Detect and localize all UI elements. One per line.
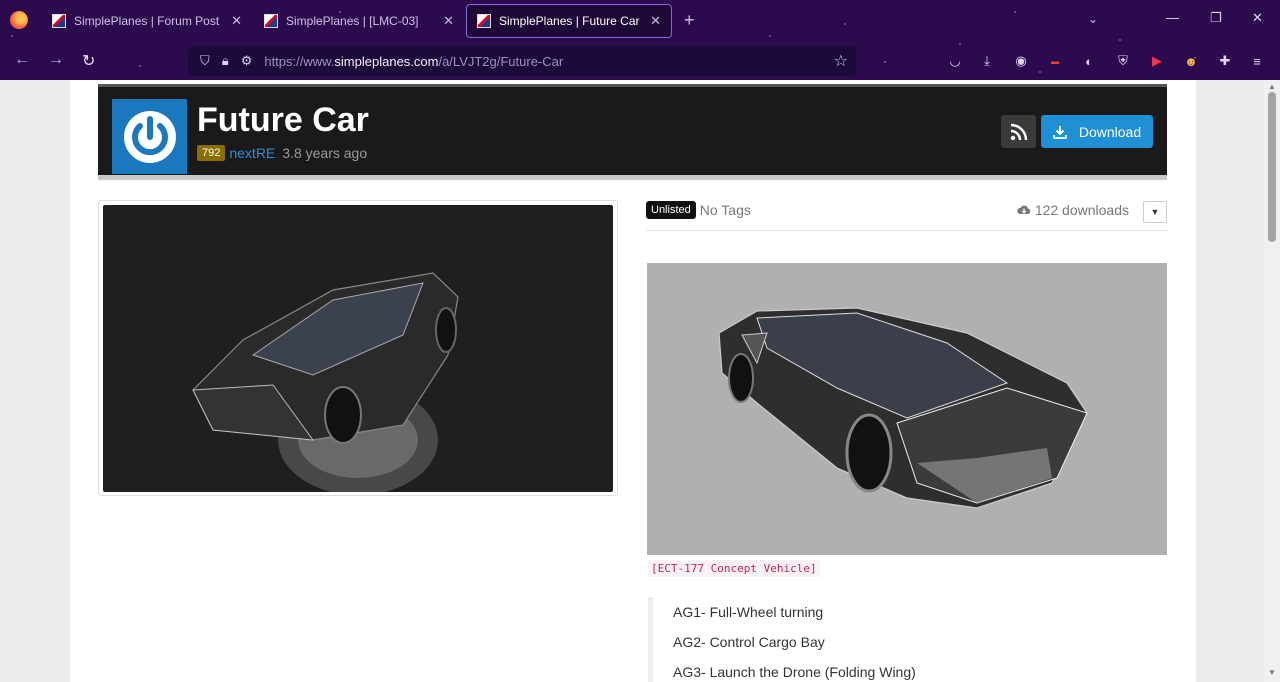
power-logo-icon <box>123 110 176 163</box>
car-render-light <box>718 307 1088 509</box>
extensions-puzzle-icon[interactable]: ✚ <box>1216 52 1234 70</box>
car-render-dark <box>192 272 459 492</box>
list-all-tabs-icon[interactable]: ⌄ <box>1088 12 1098 26</box>
scroll-up-icon[interactable]: ▲ <box>1268 82 1276 91</box>
bookmark-star-icon[interactable]: ☆ <box>834 51 848 71</box>
page-title: Future Car <box>197 101 369 139</box>
account-icon[interactable]: ◉ <box>1012 52 1030 70</box>
back-icon[interactable]: ← <box>14 51 30 69</box>
download-count: 122 downloads <box>1017 202 1129 218</box>
tab-label: SimplePlanes | Future Car <box>499 14 640 28</box>
aircraft-header: Future Car 792 nextRE 3.8 years ago Down… <box>98 84 1167 180</box>
scroll-down-icon[interactable]: ▼ <box>1268 668 1276 677</box>
extension-video-icon[interactable]: ▶ <box>1148 52 1166 70</box>
close-icon[interactable]: ✕ <box>231 13 242 29</box>
tags-row: Unlisted No Tags 122 downloads ▼ <box>646 201 1167 231</box>
extension-dpr-icon[interactable]: ▬ <box>1046 52 1064 70</box>
unlisted-badge: Unlisted <box>646 201 696 219</box>
tags-text: No Tags <box>699 202 751 218</box>
permissions-icon[interactable]: ⚙ <box>241 53 253 69</box>
shield-icon[interactable]: ⛉ <box>200 53 210 69</box>
extension-r-icon[interactable]: ◐ <box>1080 52 1098 70</box>
simpleplanes-favicon-icon <box>477 14 491 28</box>
extension-shield-icon[interactable]: ⛨ <box>1114 52 1132 70</box>
simpleplanes-favicon-icon <box>52 14 66 28</box>
downloads-text: 122 downloads <box>1034 202 1129 218</box>
aircraft-screenshot[interactable] <box>647 263 1167 555</box>
caret-down-icon: ▼ <box>1150 207 1160 217</box>
aircraft-preview-image[interactable] <box>98 200 618 496</box>
tab-forum-post[interactable]: SimplePlanes | Forum Post ✕ <box>42 4 252 38</box>
menu-hamburger-icon[interactable]: ≡ <box>1248 52 1266 70</box>
rss-icon <box>1010 123 1027 140</box>
list-item: AG1- Full-Wheel turning <box>673 604 824 620</box>
download-label: Download <box>1078 123 1142 140</box>
lock-icon[interactable]: 🔒︎ <box>222 53 229 69</box>
reload-icon[interactable]: ↻ <box>82 51 95 71</box>
action-group-list: AG1- Full-Wheel turning AG2- Control Car… <box>648 597 1167 682</box>
firefox-logo-icon[interactable] <box>10 11 28 29</box>
user-avatar[interactable] <box>112 99 187 174</box>
pocket-icon[interactable]: ◡ <box>946 52 964 70</box>
content-container: Future Car 792 nextRE 3.8 years ago Down… <box>70 80 1196 682</box>
page-viewport: Future Car 792 nextRE 3.8 years ago Down… <box>0 80 1264 682</box>
author-meta: 792 nextRE 3.8 years ago <box>197 145 367 161</box>
simpleplanes-favicon-icon <box>264 14 278 28</box>
close-icon[interactable]: ✕ <box>650 13 661 29</box>
options-dropdown-button[interactable]: ▼ <box>1143 201 1167 223</box>
author-link[interactable]: nextRE <box>229 145 275 161</box>
close-window-icon[interactable]: ✕ <box>1252 10 1263 26</box>
download-button[interactable]: Download <box>1041 115 1153 148</box>
close-icon[interactable]: ✕ <box>443 13 454 29</box>
downloads-icon[interactable]: ⤓ <box>978 52 996 70</box>
points-badge: 792 <box>197 145 226 161</box>
scrollbar-thumb[interactable] <box>1268 92 1276 242</box>
restore-icon[interactable]: ❐ <box>1210 10 1222 26</box>
navigation-bar: ← → ↻ ⛉ 🔒︎ ⚙ https://www.simpleplanes.co… <box>0 42 1280 80</box>
download-icon <box>1052 125 1067 139</box>
forward-icon[interactable]: → <box>48 51 64 69</box>
url-text[interactable]: https://www.simpleplanes.com/a/LVJT2g/Fu… <box>264 54 563 69</box>
tab-label: SimplePlanes | [LMC-03] <box>286 14 419 28</box>
vehicle-caption: [ECT-177 Concept Vehicle] <box>648 560 820 577</box>
page-scrollbar[interactable]: ▲ ▼ <box>1264 80 1280 682</box>
new-tab-icon[interactable]: + <box>684 10 695 31</box>
list-item: AG3- Launch the Drone (Folding Wing) <box>673 664 916 680</box>
upload-age: 3.8 years ago <box>282 145 368 161</box>
minimize-icon[interactable]: — <box>1166 10 1179 25</box>
cloud-download-icon <box>1017 205 1031 214</box>
tab-future-car[interactable]: SimplePlanes | Future Car ✕ <box>466 4 672 38</box>
address-bar[interactable]: ⛉ 🔒︎ ⚙ https://www.simpleplanes.com/a/LV… <box>188 46 856 76</box>
rss-button[interactable] <box>1001 115 1036 148</box>
dark-render <box>103 205 613 492</box>
list-item: AG2- Control Cargo Bay <box>673 634 825 650</box>
tab-lmc-03[interactable]: SimplePlanes | [LMC-03] ✕ <box>254 4 464 38</box>
browser-chrome: SimplePlanes | Forum Post ✕ SimplePlanes… <box>0 0 1280 80</box>
extension-cat-icon[interactable]: ☻ <box>1182 52 1200 70</box>
tab-strip: SimplePlanes | Forum Post ✕ SimplePlanes… <box>0 0 1280 42</box>
tab-label: SimplePlanes | Forum Post <box>74 14 220 28</box>
